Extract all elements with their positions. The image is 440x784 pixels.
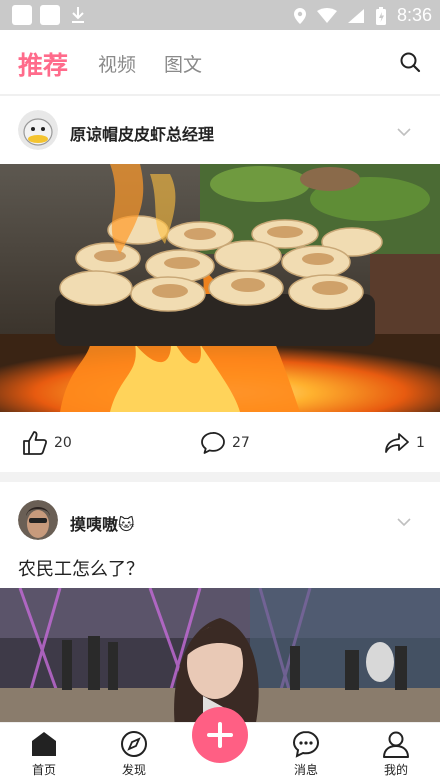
comment-count: 27 [232,435,250,451]
location-icon [293,7,306,24]
chevron-down-icon[interactable] [396,514,412,530]
bottom-nav: 首页 发现 消息 我的 [0,707,440,784]
status-bar: 8:36 [0,0,440,30]
compass-icon [121,731,147,757]
like-button[interactable]: 20 [22,430,72,456]
person-icon [383,731,409,758]
add-post-button[interactable] [192,707,248,763]
post-caption: 农民工怎么了？ [18,559,144,580]
nav-label: 消息 [293,763,318,777]
post-image[interactable] [0,164,440,412]
post-header: 摸咦嗷🐱 [0,496,440,546]
comment-icon [201,432,225,454]
post-separator [0,472,440,482]
nav-label: 我的 [383,763,408,777]
username[interactable]: 原谅帽皮皮虾总经理 [70,121,214,145]
avatar[interactable] [18,500,58,540]
download-icon [68,5,88,25]
plus-icon [207,722,233,748]
wifi-icon [316,7,337,23]
nav-item-home[interactable]: 首页 [14,729,74,778]
status-time: 8:36 [396,5,432,25]
post-header: 原谅帽皮皮虾总经理 [0,106,440,156]
top-nav: 推荐 视频 图文 [0,30,440,94]
notification-icon-2 [40,5,60,25]
comment-button[interactable]: 27 [200,430,250,456]
share-icon [385,433,409,453]
tab-recommend[interactable]: 推荐 [18,46,68,82]
tab-image-text[interactable]: 图文 [164,50,202,77]
nav-item-profile[interactable]: 我的 [366,729,426,778]
share-count: 1 [416,435,425,451]
signal-icon [347,8,364,23]
notification-icon [12,5,32,25]
like-count: 20 [54,435,72,451]
chevron-down-icon[interactable] [396,124,412,140]
nav-label: 发现 [121,763,146,777]
username[interactable]: 摸咦嗷🐱 [70,511,135,535]
avatar[interactable] [18,110,58,150]
thumbs-up-icon [23,431,48,455]
message-icon [292,730,320,758]
nav-item-discover[interactable]: 发现 [104,729,164,778]
battery-icon [375,6,386,25]
search-icon[interactable] [398,50,422,74]
home-icon [32,732,56,756]
tab-video[interactable]: 视频 [98,50,136,77]
post-actions: 20 27 1 [0,418,440,466]
nav-label: 首页 [31,763,56,777]
nav-item-messages[interactable]: 消息 [276,729,336,778]
nav-divider [0,94,440,96]
share-button[interactable]: 1 [384,430,425,456]
